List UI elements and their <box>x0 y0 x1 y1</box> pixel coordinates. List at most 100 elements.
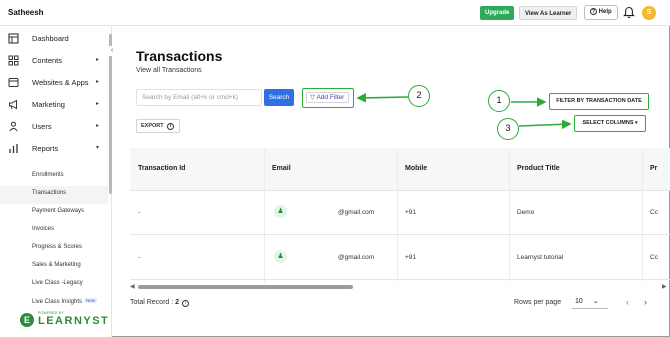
callout-1: 1 <box>488 90 510 112</box>
top-bar: Satheesh Upgrade View As Learner ? Help … <box>0 0 670 26</box>
column-header-transaction-id[interactable]: Transaction Id <box>138 165 185 172</box>
layout-icon <box>8 33 19 44</box>
sidebar-item-marketing[interactable]: Marketing ▸ <box>0 94 108 116</box>
sidebar-subitem-invoices[interactable]: Invoices <box>0 222 108 240</box>
cell-product-title: Learnyst tutorial <box>517 254 564 261</box>
column-header-product-title[interactable]: Product Title <box>517 165 560 172</box>
avatar[interactable]: S <box>642 6 656 20</box>
chevron-down-icon: ▾ <box>96 145 100 151</box>
bell-icon[interactable] <box>623 6 635 19</box>
sidebar-subitem-live-class-insights[interactable]: Live Class Insights New <box>0 294 108 312</box>
sidebar-subitem-progress-scores[interactable]: Progress & Scores <box>0 240 108 258</box>
callout-arrow-2 <box>356 93 409 103</box>
sidebar-subitem-label: Enrollments <box>32 172 64 178</box>
column-header-email[interactable]: Email <box>272 165 291 172</box>
cell-email: @gmail.com <box>338 254 375 261</box>
add-filter-inner: ▽ Add Filter <box>306 92 349 103</box>
logo-text: LEARNYST <box>38 315 110 327</box>
filter-icon: ▽ <box>310 94 315 101</box>
learnyst-logo: E POWERED BY LEARNYST <box>20 311 108 329</box>
sidebar-subitem-enrollments[interactable]: Enrollments <box>0 168 108 186</box>
sidebar-item-label: Contents <box>32 56 63 65</box>
logo-mark: E <box>20 313 34 327</box>
callout-2: 2 <box>408 85 430 107</box>
callout-arrow-3 <box>518 119 572 130</box>
sidebar-subitem-live-class-legacy[interactable]: Live Class -Legacy <box>0 276 108 294</box>
help-button[interactable]: ? Help <box>584 5 618 20</box>
bar-chart-icon <box>9 144 18 153</box>
chevron-down-icon: ⌄ <box>592 298 599 305</box>
sidebar-subitem-label: Payment Gateways <box>32 208 85 214</box>
total-record-label: Total Record : <box>130 299 176 306</box>
cell-transaction-id: - <box>138 209 141 216</box>
export-button[interactable]: EXPORT i <box>136 119 180 133</box>
table-header: Transaction Id Email Mobile Product Titl… <box>130 148 670 191</box>
sidebar-item-label: Dashboard <box>32 34 69 43</box>
chevron-right-icon: ▸ <box>96 101 100 107</box>
chevron-right-icon: ▸ <box>96 79 100 85</box>
rows-per-page-select[interactable]: 10 ⌄ <box>572 294 608 309</box>
sidebar-subitem-transactions[interactable]: Transactions <box>0 186 108 204</box>
sidebar-item-label: Users <box>32 122 52 131</box>
new-badge: New <box>84 298 98 303</box>
scroll-right-icon[interactable]: ▶ <box>662 283 667 290</box>
upgrade-button[interactable]: Upgrade <box>480 6 515 20</box>
column-header-price[interactable]: Pr <box>650 165 657 172</box>
cell-price: Cc <box>650 209 658 216</box>
sidebar-subitem-label: Invoices <box>32 226 55 232</box>
info-icon: i <box>167 123 175 130</box>
user-avatar-icon: ♟ <box>274 250 287 263</box>
chevron-down-icon: ▾ <box>635 120 638 126</box>
sidebar-item-contents[interactable]: Contents ▸ <box>0 50 108 72</box>
info-icon: i <box>182 300 189 307</box>
sidebar-item-reports[interactable]: Reports ▾ <box>0 138 108 160</box>
user-icon <box>9 121 18 132</box>
sidebar-subitem-payment-gateways[interactable]: Payment Gateways <box>0 204 108 222</box>
sidebar-item-dashboard[interactable]: Dashboard <box>0 28 108 50</box>
sidebar-subitem-label: Transactions <box>32 190 67 196</box>
chevron-right-icon: ▸ <box>96 123 100 129</box>
total-record: Total Record : 2 i <box>130 299 189 307</box>
rows-per-page-value: 10 <box>575 298 583 305</box>
grid-icon <box>8 55 19 66</box>
cell-mobile: +91 <box>405 209 417 216</box>
sidebar-subitem-label: Live Class -Legacy <box>32 280 83 286</box>
sidebar-subitem-label: Sales & Marketing <box>32 262 81 268</box>
sidebar-item-websites-apps[interactable]: Websites & Apps ▸ <box>0 72 108 94</box>
sidebar-item-label: Marketing <box>32 100 65 109</box>
main-content: Transactions View all Transactions Searc… <box>112 26 670 337</box>
previous-page-icon[interactable]: ‹ <box>626 297 629 307</box>
sidebar-item-label: Reports <box>32 144 59 153</box>
megaphone-icon <box>9 99 17 110</box>
column-header-mobile[interactable]: Mobile <box>405 165 427 172</box>
cell-price: Cc <box>650 254 658 261</box>
sidebar-subitem-sales-marketing[interactable]: Sales & Marketing <box>0 258 108 276</box>
filter-by-transaction-date-button[interactable]: FILTER BY TRANSACTION DATE <box>549 93 649 110</box>
help-icon: ? <box>590 8 597 15</box>
sidebar-subitem-label: Live Class Insights New <box>32 298 98 305</box>
sidebar-item-users[interactable]: Users ▸ <box>0 116 108 138</box>
table-row[interactable]: - ♟ @gmail.com +91 Demo Cc <box>130 191 670 235</box>
table-row[interactable]: - ♟ @gmail.com +91 Learnyst tutorial Cc <box>130 236 670 280</box>
export-label: EXPORT <box>141 123 164 129</box>
select-columns-button[interactable]: SELECT COLUMNS ▾ <box>574 115 646 132</box>
page-subtitle: View all Transactions <box>136 67 202 74</box>
add-filter-label: Add Filter <box>316 94 345 101</box>
cell-email: @gmail.com <box>338 209 375 216</box>
cell-mobile: +91 <box>405 254 417 261</box>
chevron-right-icon: ▸ <box>96 57 100 63</box>
view-as-learner-button[interactable]: View As Learner <box>519 6 578 20</box>
search-input[interactable] <box>136 89 262 106</box>
callout-3: 3 <box>497 118 519 140</box>
search-button[interactable]: Search <box>264 89 294 106</box>
table-horizontal-scrollbar[interactable]: ◀ ▶ <box>130 283 670 291</box>
scrollbar-thumb[interactable] <box>138 285 353 289</box>
scroll-left-icon[interactable]: ◀ <box>130 283 135 290</box>
user-avatar-icon: ♟ <box>274 205 287 218</box>
sidebar-subitem-label: Progress & Scores <box>32 244 83 250</box>
next-page-icon[interactable]: › <box>644 297 647 307</box>
page-title: Transactions <box>136 48 223 64</box>
total-record-value: 2 <box>175 299 180 306</box>
browser-icon <box>8 78 19 87</box>
add-filter-button[interactable]: ▽ Add Filter <box>302 88 354 108</box>
